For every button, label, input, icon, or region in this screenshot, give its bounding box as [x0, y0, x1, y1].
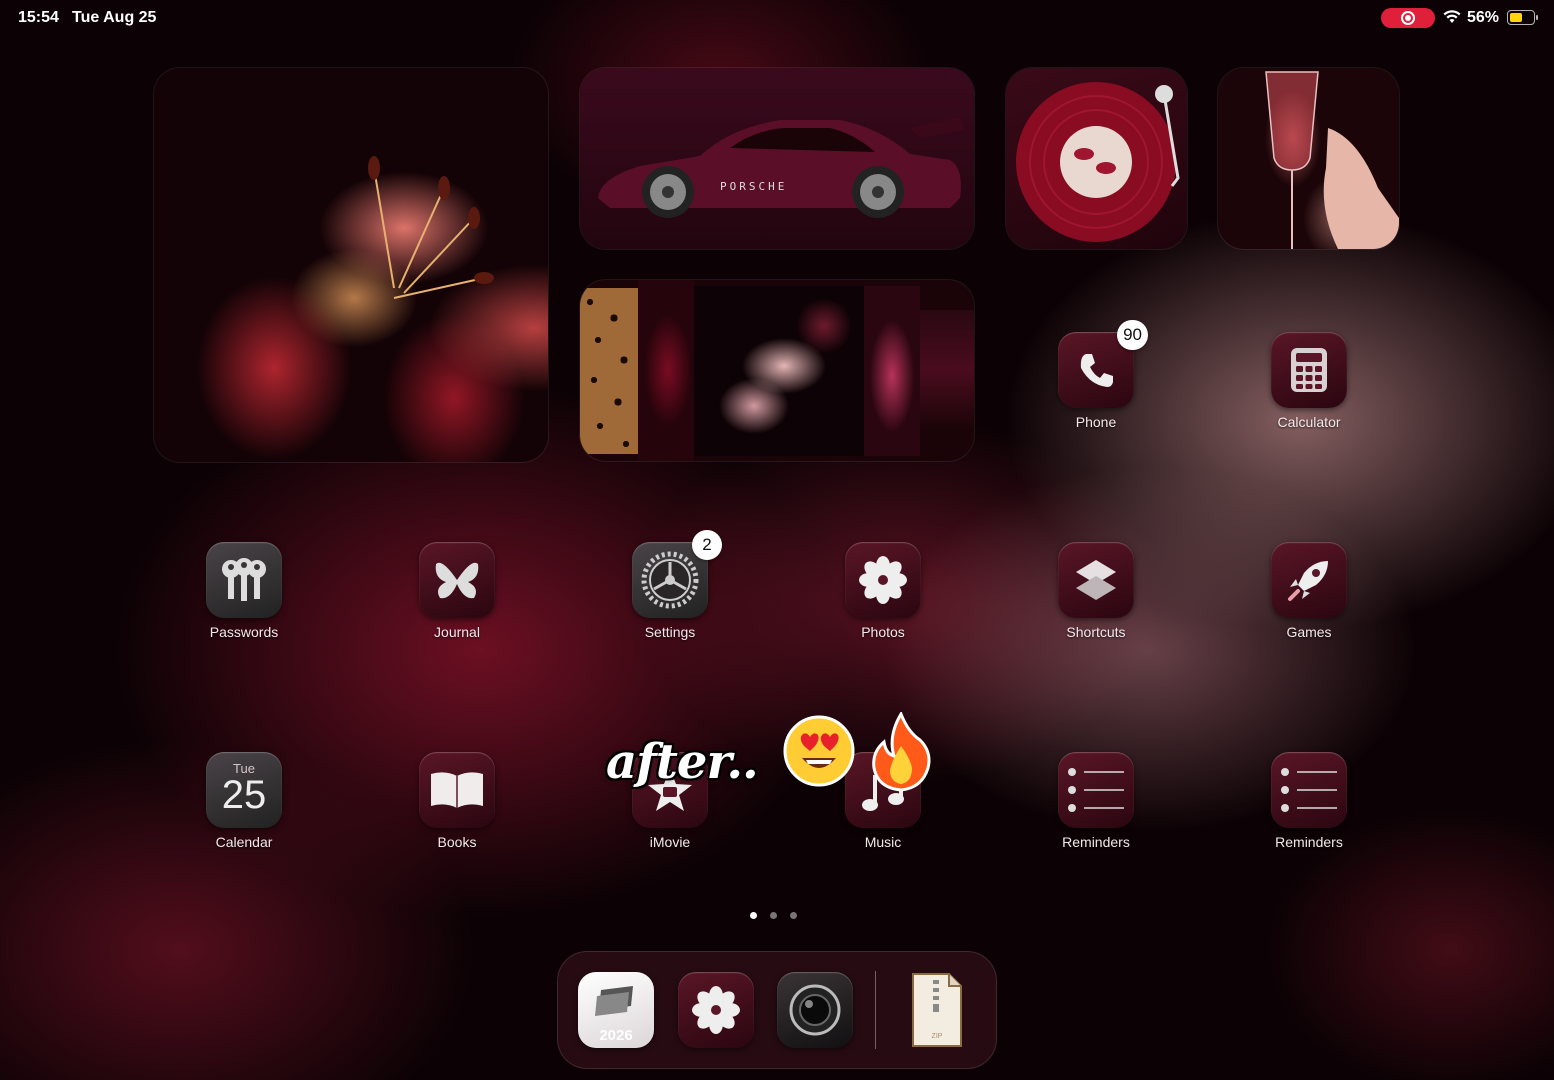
page-dot-3[interactable]: [790, 912, 797, 919]
shortcuts-icon: [1076, 560, 1116, 600]
photo-widget-car[interactable]: PORSCHE: [580, 68, 974, 249]
battery-cap: [1536, 15, 1538, 20]
app-phone[interactable]: 90 Phone: [1021, 320, 1171, 430]
camera-lens-icon: [789, 984, 841, 1036]
collage-leopard-panel: [580, 288, 638, 454]
zip-label: ZIP: [931, 1033, 943, 1040]
app-books[interactable]: Books: [382, 752, 532, 850]
screen-record-indicator[interactable]: [1381, 8, 1435, 28]
heart-eyes-emoji-icon: [783, 715, 855, 787]
games-app-icon[interactable]: [1271, 542, 1347, 618]
car-brand-text: PORSCHE: [720, 180, 788, 193]
after-sticker-text: after..: [606, 734, 759, 790]
app-settings[interactable]: 2 Settings: [595, 530, 745, 640]
page-dot-2[interactable]: [770, 912, 777, 919]
passwords-label: Passwords: [209, 624, 279, 640]
champagne-glass-illustration: [1265, 71, 1399, 249]
battery-fill: [1510, 13, 1523, 22]
lily-stamens: [368, 156, 494, 299]
app-shortcuts[interactable]: Shortcuts: [1021, 542, 1171, 640]
calculator-app-icon[interactable]: [1271, 332, 1347, 408]
status-date: Tue Aug 25: [72, 9, 157, 26]
app-passwords[interactable]: Passwords: [169, 542, 319, 640]
status-bar: 15:54 Tue Aug 25 56%: [0, 0, 1554, 36]
flower-icon: [859, 556, 907, 604]
dock-file-zip[interactable]: ZIP: [899, 972, 975, 1048]
gear-icon: [641, 551, 699, 609]
stacked-cards-icon: [595, 986, 633, 1016]
phone-badge: 90: [1117, 320, 1148, 350]
app-reminders-2[interactable]: Reminders: [1234, 752, 1384, 850]
shortcuts-app-icon[interactable]: [1058, 542, 1134, 618]
app-calculator[interactable]: Calculator: [1234, 332, 1384, 430]
collage-pink-panel: [864, 286, 920, 456]
calendar-label: Calendar: [215, 834, 273, 850]
music-label: Music: [864, 834, 902, 850]
reminders-label: Reminders: [1275, 834, 1343, 850]
app-reminders-1[interactable]: Reminders: [1021, 752, 1171, 850]
wifi-icon: [1443, 10, 1461, 23]
photos-app-icon[interactable]: [845, 542, 921, 618]
app-journal[interactable]: Journal: [382, 542, 532, 640]
record-icon: [1401, 11, 1415, 25]
keys-icon: [222, 558, 266, 601]
calendar-app-icon[interactable]: Tue 25: [206, 752, 282, 828]
reminders-label: Reminders: [1062, 834, 1130, 850]
games-label: Games: [1286, 624, 1332, 640]
phone-label: Phone: [1075, 414, 1117, 430]
vinyl-record-icon: [1016, 82, 1180, 242]
phone-icon: [1080, 354, 1113, 387]
dock-divider: [875, 971, 876, 1049]
phone-app-icon[interactable]: 90: [1058, 320, 1148, 408]
dock-year-label: 2026: [599, 1027, 633, 1044]
dock-app-photos[interactable]: [678, 972, 754, 1048]
list-icon: [1068, 768, 1124, 812]
reminders-app-icon[interactable]: [1271, 752, 1347, 828]
calculator-label: Calculator: [1277, 414, 1341, 430]
battery-percent: 56%: [1467, 9, 1500, 26]
settings-badge: 2: [692, 530, 722, 560]
calculator-icon: [1291, 348, 1327, 392]
calendar-date: 25: [221, 772, 267, 817]
shortcuts-label: Shortcuts: [1066, 624, 1126, 640]
collage-lily-panel: [694, 286, 864, 456]
journal-label: Journal: [434, 624, 480, 640]
reminders-app-icon[interactable]: [1058, 752, 1134, 828]
dock-app-camera[interactable]: [777, 972, 853, 1048]
fire-emoji-icon: [872, 712, 931, 792]
photo-widget-lily[interactable]: [154, 68, 548, 462]
app-calendar[interactable]: Tue 25 Calendar: [169, 752, 319, 850]
page-dot-1[interactable]: [750, 912, 757, 919]
photo-widget-champagne[interactable]: [1218, 68, 1399, 249]
app-photos[interactable]: Photos: [808, 542, 958, 640]
music-widget-vinyl[interactable]: [1006, 68, 1187, 249]
calendar-date-stack: Tue 25: [221, 762, 267, 817]
rocket-icon: [1288, 561, 1328, 601]
flower-icon: [692, 986, 740, 1034]
dock-app-year-recap[interactable]: 2026: [578, 972, 654, 1048]
battery-icon: [1507, 10, 1535, 25]
imovie-label: iMovie: [649, 834, 691, 850]
photo-widget-collage[interactable]: [580, 280, 974, 461]
list-icon: [1281, 768, 1337, 812]
status-time: 15:54: [18, 9, 59, 26]
photos-label: Photos: [861, 624, 905, 640]
collage-red-panel: [638, 280, 694, 461]
settings-app-icon[interactable]: 2: [632, 530, 722, 618]
butterfly-icon: [435, 562, 479, 599]
books-app-icon[interactable]: [419, 752, 495, 828]
passwords-app-icon[interactable]: [206, 542, 282, 618]
app-games[interactable]: Games: [1234, 542, 1384, 640]
collage-car-panel: [920, 310, 974, 430]
book-icon: [431, 772, 483, 808]
journal-app-icon[interactable]: [419, 542, 495, 618]
dock: 2026 ZIP: [557, 951, 997, 1069]
settings-label: Settings: [644, 624, 696, 640]
books-label: Books: [437, 834, 477, 850]
car-illustration: [598, 116, 964, 218]
page-indicator[interactable]: [750, 912, 797, 919]
